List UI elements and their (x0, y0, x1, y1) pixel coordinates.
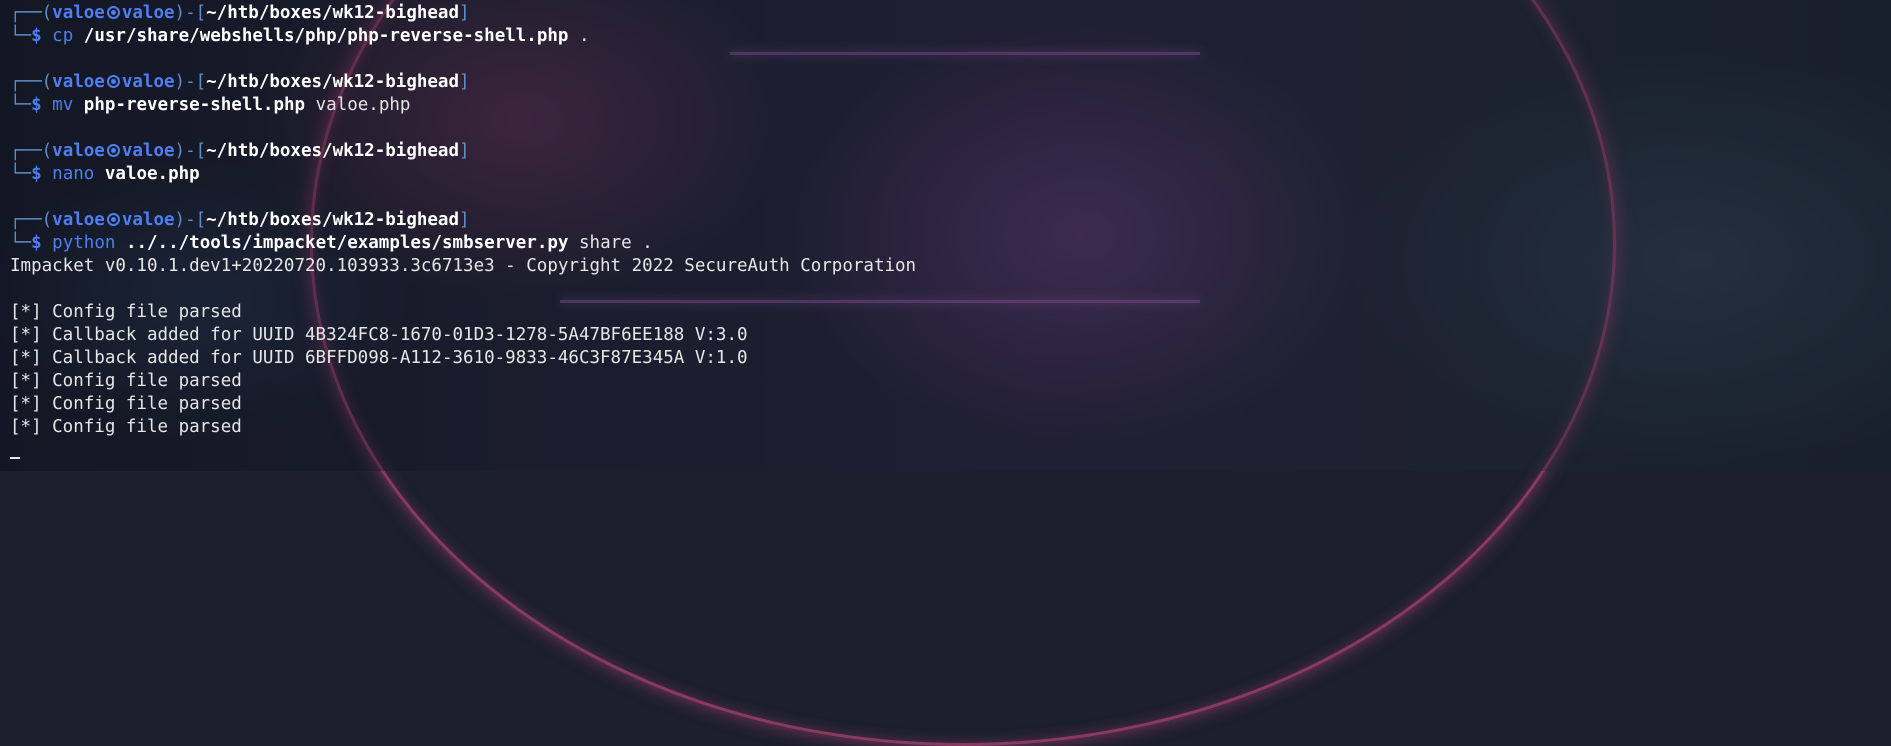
command-name: mv (52, 95, 74, 115)
output-line: [*] Config file parsed (10, 417, 242, 437)
command-line: └─$ python ../../tools/impacket/examples… (10, 233, 653, 253)
prompt-symbol: $ (31, 95, 42, 115)
prompt-cwd: ~/htb/boxes/wk12-bighead (206, 141, 460, 161)
output-line: [*] Callback added for UUID 4B324FC8-167… (10, 325, 748, 345)
command-arg: . (579, 26, 590, 46)
kali-at-icon (106, 6, 120, 19)
prompt-cwd: ~/htb/boxes/wk12-bighead (206, 3, 460, 23)
command-arg: valoe.php (315, 95, 411, 115)
prompt-host: valoe (121, 141, 175, 161)
prompt-host: valoe (121, 3, 175, 23)
prompt-cwd: ~/htb/boxes/wk12-bighead (206, 72, 460, 92)
prompt-host: valoe (121, 72, 175, 92)
command-name: cp (52, 26, 74, 46)
kali-at-icon (106, 75, 120, 88)
prompt-user: valoe (52, 141, 105, 161)
command-name: nano (52, 164, 95, 184)
prompt-host: valoe (121, 210, 175, 230)
command-arg: ../../tools/impacket/examples/smbserver.… (125, 233, 569, 253)
cursor-line[interactable] (10, 439, 1881, 462)
command-arg: /usr/share/webshells/php/php-reverse-she… (83, 26, 569, 46)
prompt-user: valoe (52, 3, 105, 23)
prompt-symbol: $ (31, 164, 42, 184)
command-line: └─$ mv php-reverse-shell.php valoe.php (10, 95, 411, 115)
prompt-line: ┌──(valoe valoe)-[~/htb/boxes/wk12-bighea… (10, 72, 470, 92)
prompt-line: ┌──(valoe valoe)-[~/htb/boxes/wk12-bighea… (10, 210, 470, 230)
command-arg: valoe.php (104, 164, 200, 184)
command-name: python (52, 233, 116, 253)
prompt-user: valoe (52, 72, 105, 92)
command-line: └─$ nano valoe.php (10, 164, 200, 184)
command-line: └─$ cp /usr/share/webshells/php/php-reve… (10, 26, 590, 46)
terminal-cursor (10, 457, 20, 459)
kali-at-icon (106, 144, 120, 157)
prompt-symbol: $ (31, 233, 42, 253)
kali-at-icon (106, 213, 120, 226)
output-banner: Impacket v0.10.1.dev1+20220720.103933.3c… (10, 256, 917, 276)
prompt-cwd: ~/htb/boxes/wk12-bighead (206, 210, 460, 230)
prompt-user: valoe (52, 210, 105, 230)
terminal-window[interactable]: ┌──(valoe valoe)-[~/htb/boxes/wk12-bighea… (0, 0, 1891, 471)
output-line: [*] Config file parsed (10, 371, 242, 391)
output-line: [*] Callback added for UUID 6BFFD098-A11… (10, 348, 748, 368)
prompt-line: ┌──(valoe valoe)-[~/htb/boxes/wk12-bighea… (10, 3, 470, 23)
command-arg: php-reverse-shell.php (83, 95, 306, 115)
command-arg: share . (579, 233, 653, 253)
prompt-symbol: $ (31, 26, 42, 46)
output-line: [*] Config file parsed (10, 302, 242, 322)
output-line: [*] Config file parsed (10, 394, 242, 414)
prompt-line: ┌──(valoe valoe)-[~/htb/boxes/wk12-bighea… (10, 141, 470, 161)
